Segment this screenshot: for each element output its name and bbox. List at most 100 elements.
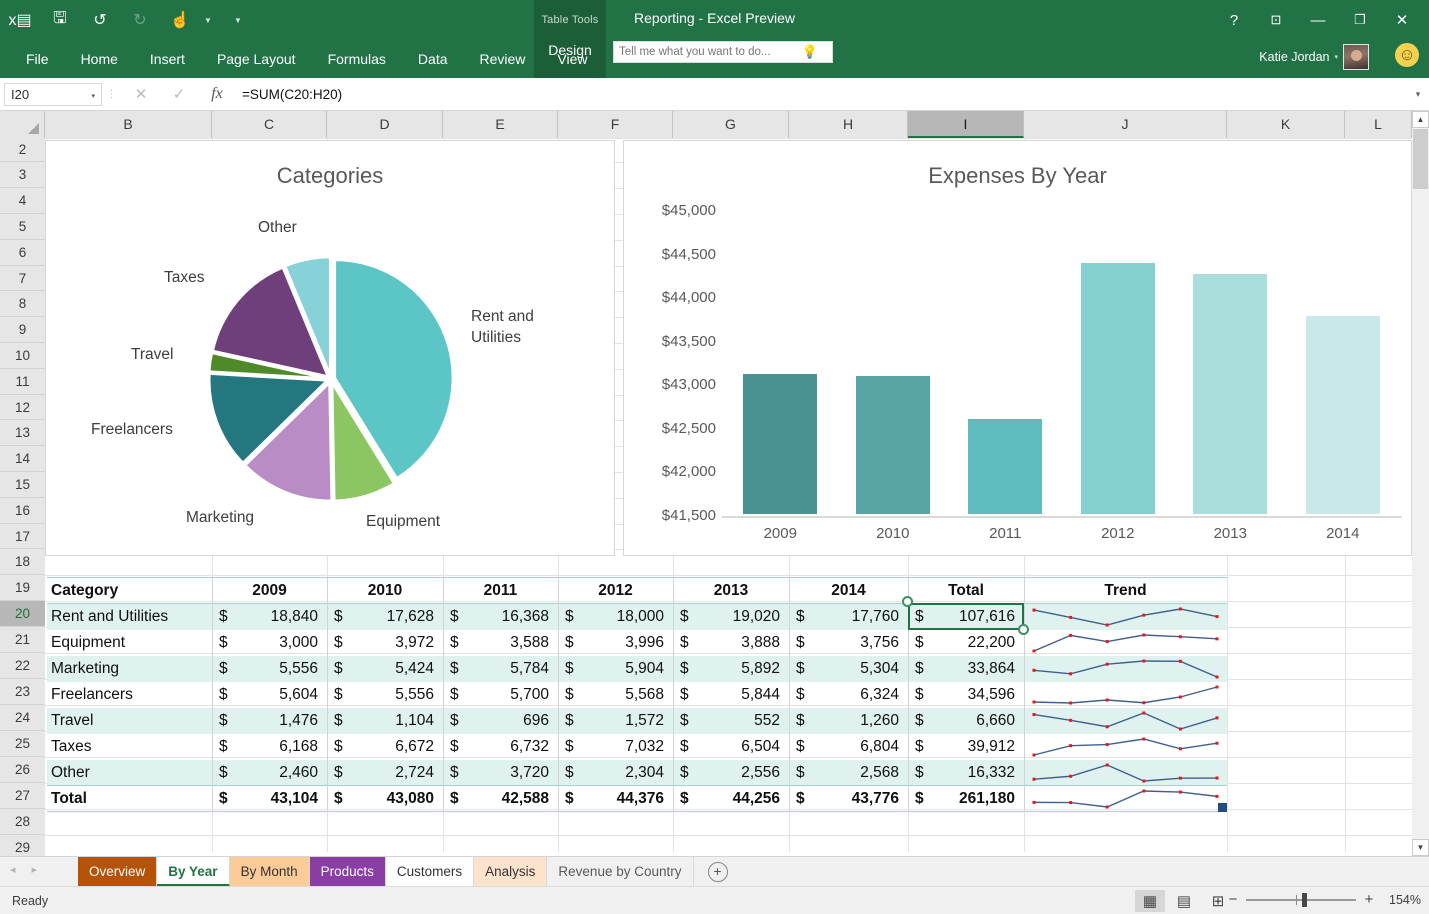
table-cell-value[interactable]: 2,724 <box>327 760 443 786</box>
table-cell-value[interactable]: 696 <box>443 708 558 734</box>
table-cell-value[interactable]: 3,756 <box>789 630 908 656</box>
sparkline-equipment[interactable] <box>1032 633 1219 653</box>
column-header-D[interactable]: D <box>327 111 443 138</box>
sparkline-travel[interactable] <box>1032 711 1219 731</box>
row-header-13[interactable]: 13 <box>0 420 45 446</box>
row-header-28[interactable]: 28 <box>0 809 45 835</box>
ribbon-tab-page-layout[interactable]: Page Layout <box>201 40 312 78</box>
table-cell-value[interactable]: 6,672 <box>327 734 443 760</box>
selection-handle-top-left[interactable] <box>902 596 913 607</box>
column-header-J[interactable]: J <box>1024 111 1227 138</box>
row-header-18[interactable]: 18 <box>0 549 45 575</box>
row-header-21[interactable]: 21 <box>0 627 45 653</box>
table-cell-value[interactable]: 17,628 <box>327 604 443 630</box>
selected-cell-I20[interactable] <box>908 603 1024 630</box>
chart-categories[interactable]: Categories Rent and UtilitiesEquipmentMa… <box>45 140 615 556</box>
column-header-I[interactable]: I <box>908 111 1024 138</box>
table-cell-value[interactable]: 5,304 <box>789 656 908 682</box>
bar-2012[interactable] <box>1081 263 1155 514</box>
tell-me-search[interactable]: 💡 <box>613 41 833 63</box>
table-cell-value[interactable]: 3,996 <box>558 630 673 656</box>
table-cell-total-value[interactable]: 44,256 <box>673 786 789 812</box>
bar-2011[interactable] <box>968 419 1042 514</box>
table-cell-total[interactable]: 6,660 <box>908 708 1024 734</box>
table-cell-category[interactable]: Marketing <box>45 656 212 682</box>
table-header-category[interactable]: Category <box>45 578 212 604</box>
vertical-scrollbar[interactable]: ▲ ▼ <box>1412 111 1429 856</box>
table-header-total[interactable]: Total <box>908 578 1024 604</box>
sparkline-freelancers[interactable] <box>1032 685 1219 705</box>
sheet-tab-by-month[interactable]: By Month <box>230 857 310 887</box>
column-header-E[interactable]: E <box>443 111 558 138</box>
table-cell-value[interactable]: 2,460 <box>212 760 327 786</box>
row-header-22[interactable]: 22 <box>0 653 45 679</box>
vertical-scroll-thumb[interactable] <box>1413 129 1428 189</box>
table-cell-value[interactable]: 5,568 <box>558 682 673 708</box>
table-cell-value[interactable]: 6,324 <box>789 682 908 708</box>
table-cell-value[interactable]: 5,424 <box>327 656 443 682</box>
sheet-tab-customers[interactable]: Customers <box>386 857 474 887</box>
table-resize-handle[interactable] <box>1218 803 1227 812</box>
cancel-icon[interactable]: ✕ <box>122 85 160 103</box>
table-cell-value[interactable]: 6,168 <box>212 734 327 760</box>
table-header-2009[interactable]: 2009 <box>212 578 327 604</box>
row-header-8[interactable]: 8 <box>0 291 45 317</box>
column-header-B[interactable]: B <box>45 111 212 138</box>
page-layout-view-icon[interactable]: ▤ <box>1169 890 1199 912</box>
account-caret-icon[interactable]: ▾ <box>1334 53 1338 61</box>
table-cell-value[interactable]: 1,476 <box>212 708 327 734</box>
scroll-down-icon[interactable]: ▼ <box>1412 839 1429 856</box>
row-header-5[interactable]: 5 <box>0 214 45 240</box>
smiley-face-icon[interactable]: ☺ <box>1395 43 1419 67</box>
column-header-C[interactable]: C <box>212 111 327 138</box>
table-cell-category[interactable]: Taxes <box>45 734 212 760</box>
zoom-out-button[interactable]: − <box>1227 891 1239 908</box>
row-header-10[interactable]: 10 <box>0 343 45 369</box>
sheet-tab-revenue-by-country[interactable]: Revenue by Country <box>547 857 693 887</box>
table-cell-value[interactable]: 5,556 <box>212 656 327 682</box>
row-header-20[interactable]: 20 <box>0 601 45 627</box>
table-header-trend[interactable]: Trend <box>1024 578 1227 604</box>
row-header-14[interactable]: 14 <box>0 446 45 472</box>
table-cell-value[interactable]: 16,368 <box>443 604 558 630</box>
row-header-11[interactable]: 11 <box>0 369 45 395</box>
table-cell-category[interactable]: Rent and Utilities <box>45 604 212 630</box>
table-cell-value[interactable]: 1,260 <box>789 708 908 734</box>
table-cell-value[interactable]: 18,000 <box>558 604 673 630</box>
table-cell-value[interactable]: 7,032 <box>558 734 673 760</box>
table-cell-value[interactable]: 19,020 <box>673 604 789 630</box>
table-cell-total-value[interactable]: 44,376 <box>558 786 673 812</box>
row-header-2[interactable]: 2 <box>0 138 45 162</box>
table-cell-total[interactable]: 16,332 <box>908 760 1024 786</box>
sparkline-rent-and-utilities[interactable] <box>1032 607 1219 627</box>
name-box[interactable]: I20 ▾ <box>4 83 102 106</box>
ribbon-tab-file[interactable]: File <box>10 40 65 78</box>
table-cell-value[interactable]: 5,904 <box>558 656 673 682</box>
table-cell-value[interactable]: 3,000 <box>212 630 327 656</box>
ribbon-tab-view[interactable]: View <box>541 40 603 78</box>
enter-icon[interactable]: ✓ <box>160 85 198 103</box>
table-cell-value[interactable]: 3,588 <box>443 630 558 656</box>
select-all-corner[interactable] <box>0 111 45 138</box>
table-cell-value[interactable]: 6,504 <box>673 734 789 760</box>
row-header-23[interactable]: 23 <box>0 679 45 705</box>
sparkline-taxes[interactable] <box>1032 737 1219 757</box>
bar-2014[interactable] <box>1306 316 1380 514</box>
table-cell-total-value[interactable]: 43,776 <box>789 786 908 812</box>
sheet-tab-analysis[interactable]: Analysis <box>474 857 547 887</box>
table-header-2012[interactable]: 2012 <box>558 578 673 604</box>
row-header-25[interactable]: 25 <box>0 731 45 757</box>
ribbon-tab-review[interactable]: Review <box>464 40 542 78</box>
table-cell-grand-total[interactable]: 261,180 <box>908 786 1024 812</box>
row-header-26[interactable]: 26 <box>0 757 45 783</box>
table-cell-value[interactable]: 5,556 <box>327 682 443 708</box>
column-header-K[interactable]: K <box>1227 111 1345 138</box>
table-cell-value[interactable]: 5,784 <box>443 656 558 682</box>
column-header-H[interactable]: H <box>789 111 908 138</box>
table-cell-category[interactable]: Equipment <box>45 630 212 656</box>
ribbon-tab-formulas[interactable]: Formulas <box>312 40 402 78</box>
table-header-2011[interactable]: 2011 <box>443 578 558 604</box>
avatar[interactable] <box>1343 44 1369 70</box>
zoom-in-button[interactable]: + <box>1363 891 1375 908</box>
insert-function-icon[interactable]: fx <box>198 85 236 103</box>
